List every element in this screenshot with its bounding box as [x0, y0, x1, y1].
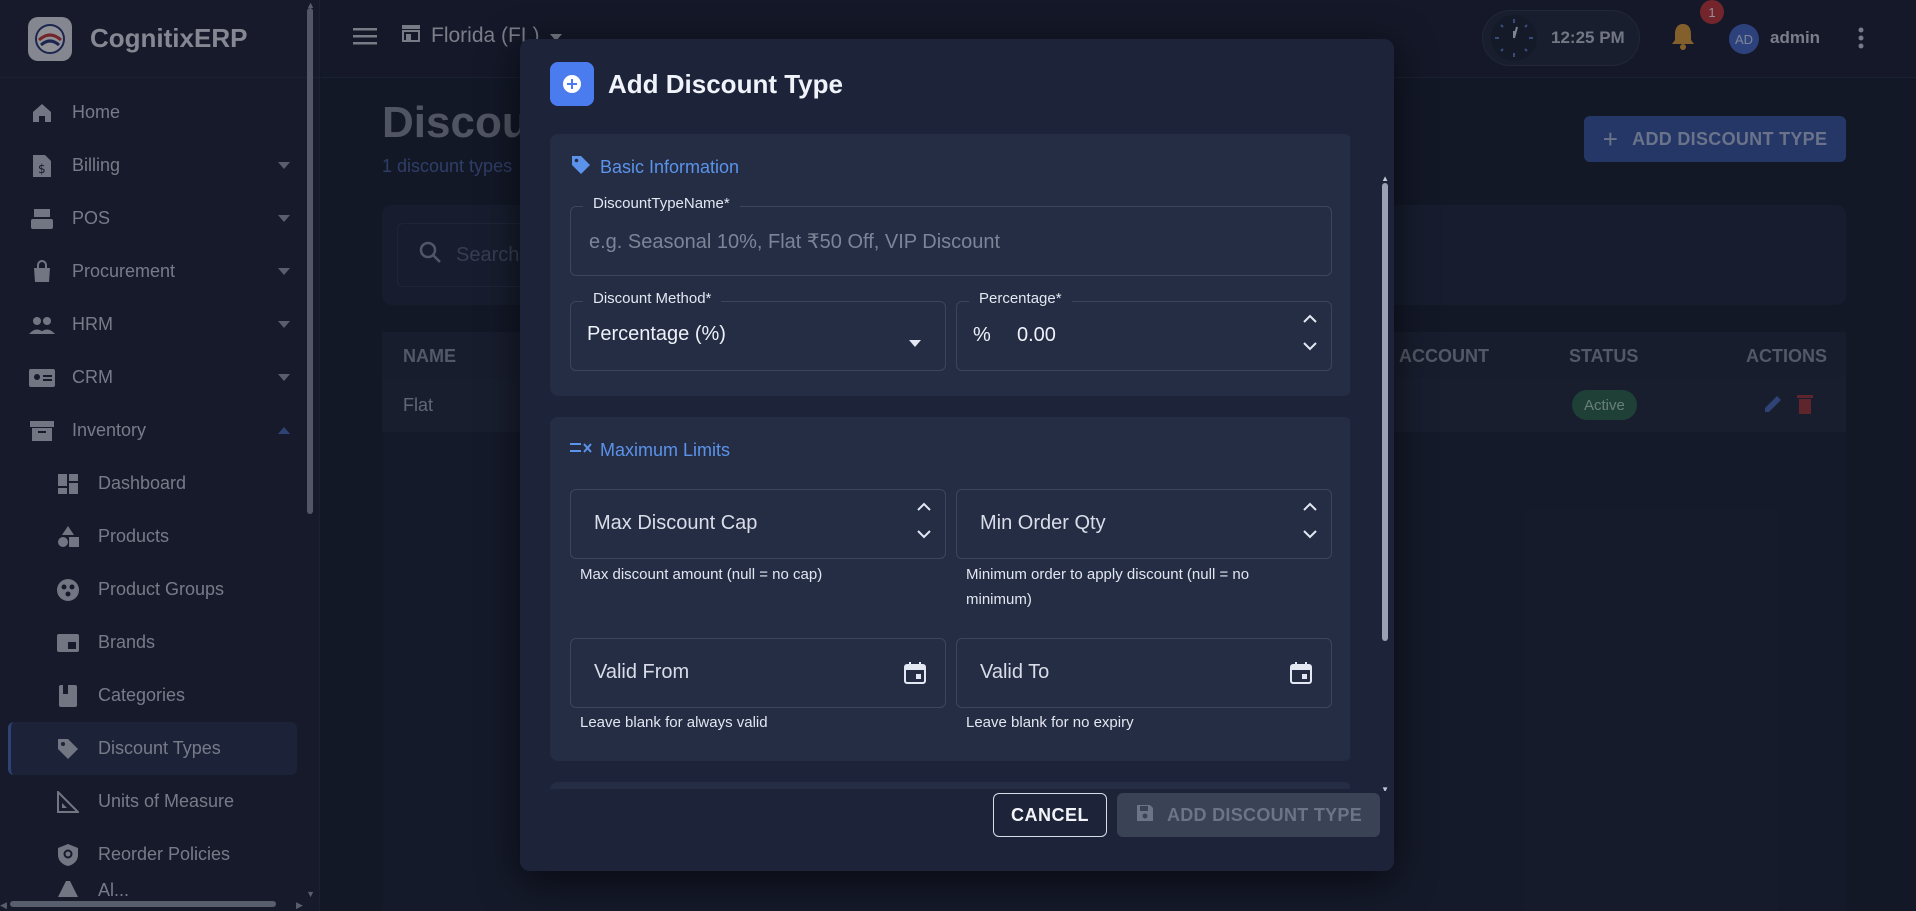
- discount-type-name-field[interactable]: DiscountTypeName* e.g. Seasonal 10%, Fla…: [570, 195, 1332, 276]
- scroll-up-arrow-icon[interactable]: ▲: [1381, 174, 1389, 183]
- discount-type-name-placeholder: e.g. Seasonal 10%, Flat ₹50 Off, VIP Dis…: [589, 231, 1001, 253]
- calendar-icon[interactable]: [1289, 661, 1313, 690]
- valid-to-label: Valid To: [980, 661, 1050, 683]
- number-stepper[interactable]: [1303, 310, 1317, 356]
- percentage-prefix: %: [973, 324, 991, 346]
- chevron-down-icon[interactable]: [917, 526, 931, 544]
- submit-add-discount-type-button[interactable]: ADD DISCOUNT TYPE: [1117, 793, 1380, 837]
- dialog-scrollbar[interactable]: [1382, 183, 1388, 641]
- valid-from-helper: Leave blank for always valid: [580, 714, 768, 731]
- percentage-value: 0.00: [1017, 324, 1056, 346]
- percentage-field[interactable]: Percentage* % 0.00: [956, 290, 1332, 371]
- valid-to-helper: Leave blank for no expiry: [966, 714, 1134, 731]
- calendar-icon[interactable]: [903, 661, 927, 690]
- discount-method-select[interactable]: Discount Method* Percentage (%): [570, 290, 946, 371]
- chevron-up-icon[interactable]: [1303, 310, 1317, 328]
- discount-method-value: Percentage (%): [587, 323, 726, 345]
- add-circle-icon: [550, 62, 594, 106]
- section-title: Maximum Limits: [570, 417, 1332, 483]
- tag-icon: [570, 154, 592, 181]
- dialog-title: Add Discount Type: [608, 68, 843, 99]
- section-title: Basic Information: [570, 134, 1332, 200]
- chevron-up-icon[interactable]: [1303, 498, 1317, 516]
- valid-from-field[interactable]: Valid From: [570, 638, 946, 708]
- chevron-down-icon[interactable]: [1303, 338, 1317, 356]
- dialog-body: Basic Information DiscountTypeName* e.g.…: [550, 134, 1350, 789]
- chevron-up-icon[interactable]: [917, 498, 931, 516]
- max-discount-cap-field[interactable]: Max Discount Cap: [570, 489, 946, 559]
- basic-information-section: Basic Information DiscountTypeName* e.g.…: [550, 134, 1350, 396]
- number-stepper[interactable]: [917, 498, 931, 544]
- chevron-down-icon[interactable]: [1303, 526, 1317, 544]
- valid-from-label: Valid From: [594, 661, 690, 683]
- min-order-qty-helper: Minimum order to apply discount (null = …: [966, 566, 1250, 608]
- valid-to-field[interactable]: Valid To: [956, 638, 1332, 708]
- cancel-button[interactable]: CANCEL: [993, 793, 1107, 837]
- maximum-limits-section: Maximum Limits Max Discount Cap Max disc…: [550, 417, 1350, 761]
- save-icon: [1135, 803, 1155, 828]
- dialog-header: Add Discount Type: [520, 39, 1394, 129]
- number-stepper[interactable]: [1303, 498, 1317, 544]
- add-discount-type-dialog: Add Discount Type Basic Information Disc…: [520, 39, 1394, 871]
- max-discount-cap-label: Max Discount Cap: [594, 512, 758, 534]
- max-discount-cap-helper: Max discount amount (null = no cap): [580, 566, 823, 583]
- rule-icon: [570, 440, 592, 461]
- dialog-actions: CANCEL ADD DISCOUNT TYPE: [520, 791, 1394, 871]
- min-order-qty-field[interactable]: Min Order Qty: [956, 489, 1332, 559]
- min-order-qty-label: Min Order Qty: [980, 512, 1106, 534]
- chevron-down-icon: [909, 334, 921, 352]
- next-section: [550, 782, 1350, 789]
